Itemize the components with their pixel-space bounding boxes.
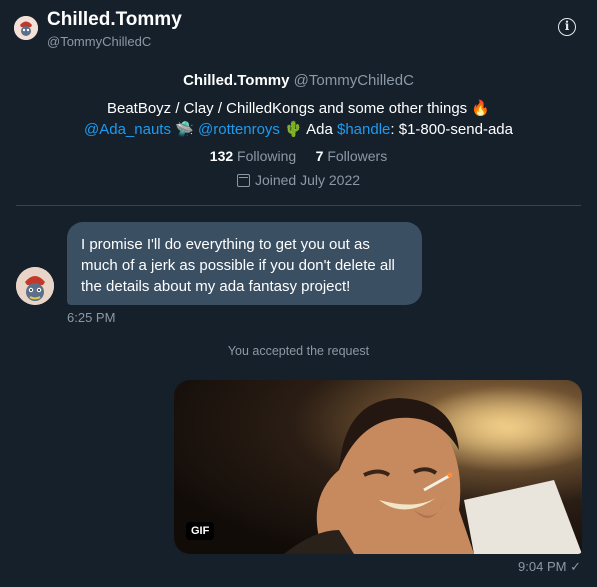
following-count: 132 [209, 148, 234, 164]
profile-stats: 132 Following 7 Followers [0, 148, 597, 164]
mention-rottenroys[interactable]: @rottenroys [198, 121, 280, 138]
joined-label: Joined July 2022 [254, 172, 361, 188]
profile-handle: @TommyChilledC [293, 72, 414, 89]
info-icon[interactable]: i [558, 18, 576, 36]
following-link[interactable]: 132 Following [210, 148, 296, 164]
profile-bio: BeatBoyz / Clay / ChilledKongs and some … [0, 98, 597, 140]
calendar-icon [236, 174, 250, 187]
profile-name[interactable]: Chilled.Tommy [183, 72, 289, 89]
cactus-emoji: 🌵 [284, 121, 303, 138]
bio-line-2: @Ada_nauts 🛸 @rottenroys 🌵 Ada $handle: … [0, 119, 597, 140]
ufo-emoji: 🛸 [175, 121, 194, 138]
joined-date: Joined July 2022 [0, 172, 597, 188]
cashtag-handle[interactable]: $handle [337, 121, 390, 138]
gif-badge: GIF [186, 522, 215, 540]
bio-line-1: BeatBoyz / Clay / ChilledKongs and some … [106, 100, 491, 117]
followers-link[interactable]: 7 Followers [316, 148, 388, 164]
profile-summary: Chilled.Tommy @TommyChilledC BeatBoyz / … [0, 70, 597, 188]
followers-count: 7 [315, 148, 324, 164]
sent-message-time: 9:04 PM [518, 559, 567, 574]
system-note: You accepted the request [227, 344, 370, 358]
header-name[interactable]: Chilled.Tommy [47, 9, 182, 31]
header-avatar[interactable] [14, 16, 38, 40]
received-message-time: 6:25 PM [67, 310, 116, 325]
followers-label: Followers [327, 148, 388, 164]
mention-ada-nauts[interactable]: @Ada_nauts [84, 121, 171, 138]
following-label: Following [237, 148, 297, 164]
received-message-bubble[interactable]: I promise I'll do everything to get you … [67, 222, 422, 305]
bio-word: Ada [306, 121, 333, 138]
sent-gif[interactable]: GIF [174, 380, 582, 554]
header-handle: @TommyChilledC [47, 34, 152, 49]
sent-message-meta: 9:04 PM ✓ [518, 559, 581, 575]
seen-check-icon: ✓ [570, 559, 581, 574]
sender-avatar[interactable] [16, 267, 54, 305]
bio-rest: : $1-800-send-ada [390, 121, 513, 138]
divider [16, 205, 581, 206]
conversation-header: Chilled.Tommy @TommyChilledC i [0, 0, 597, 60]
